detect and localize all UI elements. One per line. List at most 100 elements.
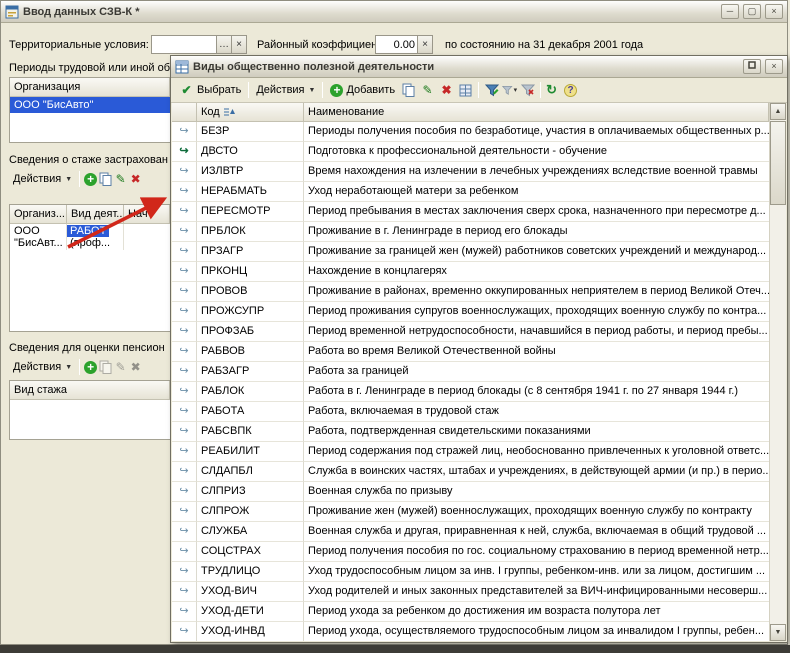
table-row[interactable]: ↪УХОД-ДЕТИПериод ухода за ребенком до до… (172, 602, 786, 622)
row-name-cell[interactable]: Проживание жен (мужей) военнослужащих, п… (304, 502, 769, 522)
delete-icon[interactable]: ✖ (128, 172, 143, 187)
row-name-cell[interactable]: Проживание за границей жен (мужей) работ… (304, 242, 769, 262)
edit-icon[interactable]: ✎ (113, 172, 128, 187)
table-row[interactable]: ↪РАБВОВРабота во время Великой Отечестве… (172, 342, 786, 362)
row-code-cell[interactable]: ПРОФЗАБ (197, 322, 304, 342)
table-row[interactable]: ↪ТРУДЛИЦОУход трудоспособным лицом за ин… (172, 562, 786, 582)
filter-icon[interactable]: ▾ (502, 83, 517, 98)
organization-column-header[interactable]: Организация (10, 78, 170, 97)
grid1-col-start[interactable]: Нач (124, 205, 170, 224)
coefficient-input[interactable]: × (375, 35, 433, 54)
table-row[interactable]: ↪РАБОТАРабота, включаемая в трудовой ста… (172, 402, 786, 422)
choose-ellipsis-icon[interactable]: … (216, 36, 231, 53)
row-name-cell[interactable]: Работа, включаемая в трудовой стаж (304, 402, 769, 422)
row-name-cell[interactable]: Уход родителей и иных законных представи… (304, 582, 769, 602)
table-row[interactable]: ↪ПРЗАГРПроживание за границей жен (мужей… (172, 242, 786, 262)
row-name-cell[interactable]: Служба в воинских частях, штабах и учреж… (304, 462, 769, 482)
add-icon[interactable]: + (83, 360, 98, 375)
vertical-scrollbar[interactable]: ▲ ▼ (769, 103, 786, 641)
row-code-cell[interactable]: ДВСТО (197, 142, 304, 162)
delete-icon[interactable]: ✖ (439, 83, 454, 98)
row-name-cell[interactable]: Работа за границей (304, 362, 769, 382)
marker-column-header[interactable] (172, 103, 197, 122)
territorial-field[interactable] (152, 36, 216, 53)
table-row[interactable]: ↪РАБЗАГРРабота за границей (172, 362, 786, 382)
row-name-cell[interactable]: Период ухода, осуществляемого трудоспосо… (304, 622, 769, 641)
select-button[interactable]: ✔ Выбрать (175, 80, 245, 100)
row-name-cell[interactable]: Период получения пособия по гос. социаль… (304, 542, 769, 562)
add-icon[interactable]: + (83, 172, 98, 187)
table-row[interactable]: ↪РАБЛОКРабота в г. Ленинграде в период б… (172, 382, 786, 402)
row-name-cell[interactable]: Периоды получения пособия по безработице… (304, 122, 769, 142)
table-row[interactable]: ↪УХОД-ВИЧУход родителей и иных законных … (172, 582, 786, 602)
row-name-cell[interactable]: Период временной нетрудоспособности, нач… (304, 322, 769, 342)
row-code-cell[interactable]: РАБСВПК (197, 422, 304, 442)
row-code-cell[interactable]: СЛПРОЖ (197, 502, 304, 522)
table-row[interactable]: ↪УХОД-ИНВДПериод ухода, осуществляемого … (172, 622, 786, 641)
table-row[interactable]: ↪БЕЗРПериоды получения пособия по безраб… (172, 122, 786, 142)
row-code-cell[interactable]: СЛУЖБА (197, 522, 304, 542)
coefficient-field[interactable] (376, 36, 417, 53)
copy-icon[interactable] (98, 172, 113, 187)
table-row[interactable]: ↪РАБСВПКРабота, подтвержденная свидетель… (172, 422, 786, 442)
row-code-cell[interactable]: БЕЗР (197, 122, 304, 142)
territorial-input[interactable]: … × (151, 35, 247, 54)
row-name-cell[interactable]: Работа во время Великой Отечественной во… (304, 342, 769, 362)
row-code-cell[interactable]: УХОД-ИНВД (197, 622, 304, 641)
row-code-cell[interactable]: РАБЛОК (197, 382, 304, 402)
organization-selected-row[interactable]: ООО "БисАвто" (10, 97, 170, 113)
row-name-cell[interactable]: Период содержания под стражей лиц, необо… (304, 442, 769, 462)
copy-icon[interactable] (401, 83, 416, 98)
restore-icon[interactable] (743, 59, 761, 74)
row-code-cell[interactable]: РАБОТА (197, 402, 304, 422)
scrollbar-thumb[interactable] (770, 121, 786, 205)
help-icon[interactable]: ? (563, 83, 578, 98)
row-code-cell[interactable]: РЕАБИЛИТ (197, 442, 304, 462)
table-row[interactable]: ↪ПРОЖСУПРПериод проживания супругов воен… (172, 302, 786, 322)
add-button[interactable]: + Добавить (326, 80, 399, 100)
grid-settings-icon[interactable] (458, 83, 473, 98)
grid1-col-kind[interactable]: Вид деят... (67, 205, 124, 224)
table-row[interactable]: ↪ПЕРЕСМОТРПериод пребывания в местах зак… (172, 202, 786, 222)
refresh-icon[interactable]: ↻ (544, 83, 559, 98)
filter-clear-icon[interactable] (520, 83, 535, 98)
row-code-cell[interactable]: ПРЗАГР (197, 242, 304, 262)
row-name-cell[interactable]: Уход трудоспособным лицом за инв. I груп… (304, 562, 769, 582)
grid2-col-vid-stazha[interactable]: Вид стажа (10, 381, 170, 400)
row-code-cell[interactable]: РАБВОВ (197, 342, 304, 362)
row-name-cell[interactable]: Период проживания супругов военнослужащи… (304, 302, 769, 322)
scroll-up-icon[interactable]: ▲ (770, 103, 786, 120)
row-code-cell[interactable]: ПРБЛОК (197, 222, 304, 242)
row-name-cell[interactable]: Время нахождения на излечении в лечебных… (304, 162, 769, 182)
edit-icon[interactable]: ✎ (420, 83, 435, 98)
grid1-col-org[interactable]: Организ... (10, 205, 67, 224)
row-code-cell[interactable]: ПРОЖСУПР (197, 302, 304, 322)
row-name-cell[interactable]: Проживание в г. Ленинграде в период его … (304, 222, 769, 242)
edit-icon[interactable]: ✎ (113, 360, 128, 375)
row-name-cell[interactable]: Период пребывания в местах заключения св… (304, 202, 769, 222)
row-code-cell[interactable]: СОЦСТРАХ (197, 542, 304, 562)
table-row[interactable]: ↪СЛПРИЗВоенная служба по призыву (172, 482, 786, 502)
row-code-cell[interactable]: ПРКОНЦ (197, 262, 304, 282)
row-name-cell[interactable]: Работа в г. Ленинграде в период блокады … (304, 382, 769, 402)
row-code-cell[interactable]: ТРУДЛИЦО (197, 562, 304, 582)
filter-settings-icon[interactable] (484, 83, 499, 98)
row-code-cell[interactable]: НЕРАБМАТЬ (197, 182, 304, 202)
table-row[interactable]: ↪НЕРАБМАТЬУход неработающей матери за ре… (172, 182, 786, 202)
grid1-row[interactable]: ООО "БисАвт... РАБОТ (проф... (10, 224, 170, 250)
name-column-header[interactable]: Наименование (304, 103, 769, 122)
table-row[interactable]: ↪СЛПРОЖПроживание жен (мужей) военнослуж… (172, 502, 786, 522)
row-name-cell[interactable]: Подготовка к профессиональной деятельнос… (304, 142, 769, 162)
row-name-cell[interactable]: Период ухода за ребенком до достижения и… (304, 602, 769, 622)
scroll-down-icon[interactable]: ▼ (770, 624, 786, 641)
table-row[interactable]: ↪ПРКОНЦНахождение в концлагерях (172, 262, 786, 282)
table-row[interactable]: ↪ИЗЛВТРВремя нахождения на излечении в л… (172, 162, 786, 182)
row-name-cell[interactable]: Работа, подтвержденная свидетельскими по… (304, 422, 769, 442)
row-name-cell[interactable]: Нахождение в концлагерях (304, 262, 769, 282)
maximize-icon[interactable]: ▢ (743, 4, 761, 19)
table-row[interactable]: ↪ПРОФЗАБПериод временной нетрудоспособно… (172, 322, 786, 342)
actions-button[interactable]: Действия▼ (9, 169, 76, 189)
row-code-cell[interactable]: УХОД-ВИЧ (197, 582, 304, 602)
close-icon[interactable]: × (765, 59, 783, 74)
delete-icon[interactable]: ✖ (128, 360, 143, 375)
